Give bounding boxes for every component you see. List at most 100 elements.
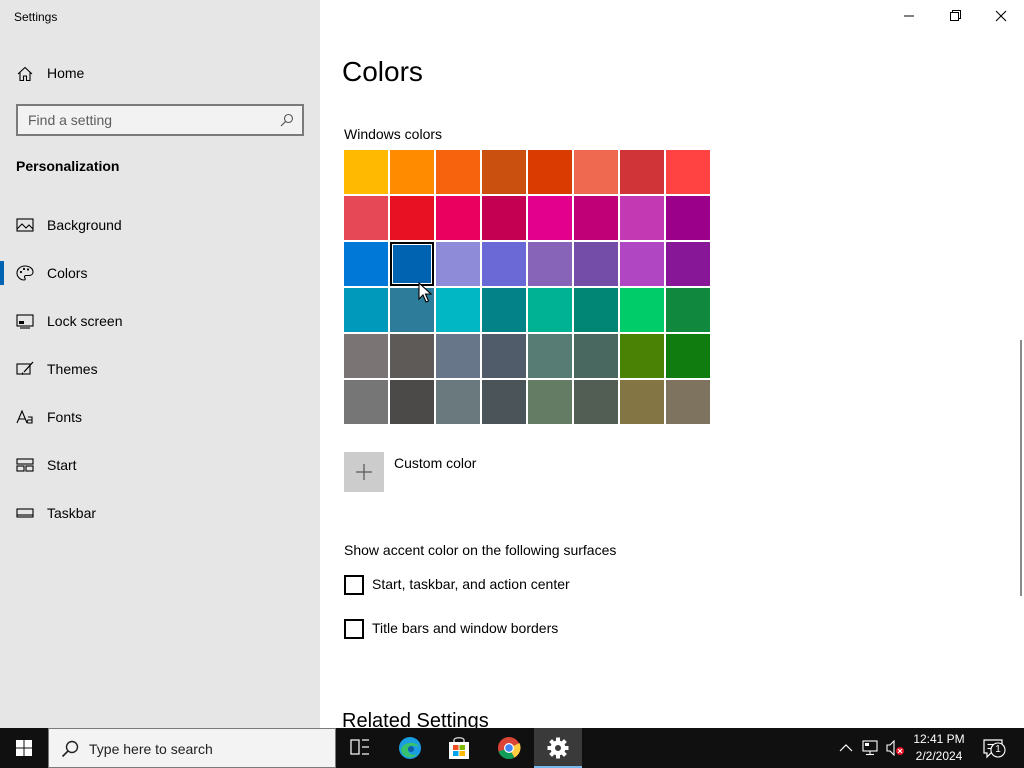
color-swatch[interactable] bbox=[436, 150, 480, 194]
color-swatch[interactable] bbox=[528, 242, 572, 286]
color-swatch[interactable] bbox=[666, 334, 710, 378]
color-swatch[interactable] bbox=[620, 150, 664, 194]
find-setting-input[interactable] bbox=[18, 106, 274, 134]
color-swatch[interactable] bbox=[620, 334, 664, 378]
color-swatch[interactable] bbox=[482, 288, 526, 332]
page-title: Colors bbox=[342, 56, 423, 87]
lock-screen-icon bbox=[16, 314, 34, 329]
color-swatch[interactable] bbox=[482, 196, 526, 240]
color-swatch[interactable] bbox=[344, 380, 388, 424]
sidebar-item-colors[interactable]: Colors bbox=[0, 253, 320, 293]
restore-icon bbox=[950, 10, 961, 21]
start-taskbar-checkbox-row[interactable]: Start, taskbar, and action center bbox=[344, 573, 744, 597]
custom-color-button[interactable] bbox=[344, 452, 384, 492]
settings-sidebar: Settings Home Personalization Background… bbox=[0, 0, 320, 728]
color-swatch[interactable] bbox=[528, 196, 572, 240]
chrome-taskbar-button[interactable] bbox=[485, 728, 533, 768]
title-bars-checkbox[interactable] bbox=[344, 619, 364, 639]
minimize-button[interactable] bbox=[886, 0, 932, 32]
color-swatch[interactable] bbox=[620, 288, 664, 332]
color-swatch[interactable] bbox=[436, 196, 480, 240]
custom-color-label[interactable]: Custom color bbox=[394, 455, 476, 471]
home-nav-item[interactable]: Home bbox=[0, 58, 320, 90]
scrollbar[interactable] bbox=[1020, 340, 1022, 596]
color-swatch[interactable] bbox=[390, 196, 434, 240]
color-swatch[interactable] bbox=[390, 242, 434, 286]
color-swatch[interactable] bbox=[482, 334, 526, 378]
color-swatch[interactable] bbox=[344, 196, 388, 240]
sidebar-item-label: Background bbox=[47, 217, 122, 233]
color-swatch[interactable] bbox=[436, 288, 480, 332]
start-button[interactable] bbox=[0, 728, 48, 768]
color-swatch[interactable] bbox=[574, 380, 618, 424]
color-swatch[interactable] bbox=[574, 242, 618, 286]
action-center-button[interactable]: 1 bbox=[978, 728, 1018, 768]
sidebar-item-background[interactable]: Background bbox=[0, 205, 320, 245]
settings-taskbar-button[interactable] bbox=[534, 728, 582, 768]
color-swatch[interactable] bbox=[666, 196, 710, 240]
color-swatch[interactable] bbox=[574, 334, 618, 378]
close-button[interactable] bbox=[978, 0, 1024, 32]
color-swatch[interactable] bbox=[666, 288, 710, 332]
color-swatch[interactable] bbox=[482, 380, 526, 424]
sidebar-item-lock-screen[interactable]: Lock screen bbox=[0, 301, 320, 341]
color-swatch[interactable] bbox=[528, 380, 572, 424]
color-swatch[interactable] bbox=[666, 150, 710, 194]
color-swatch[interactable] bbox=[528, 150, 572, 194]
color-swatch[interactable] bbox=[574, 196, 618, 240]
palette-icon bbox=[16, 265, 34, 281]
color-swatch[interactable] bbox=[436, 242, 480, 286]
color-swatch[interactable] bbox=[666, 242, 710, 286]
color-swatch[interactable] bbox=[620, 196, 664, 240]
taskbar-clock[interactable]: 12:41 PM 2/2/2024 bbox=[904, 731, 974, 765]
font-icon bbox=[16, 409, 33, 424]
color-swatch[interactable] bbox=[574, 288, 618, 332]
notification-count-badge: 1 bbox=[995, 744, 1001, 755]
start-taskbar-checkbox[interactable] bbox=[344, 575, 364, 595]
store-icon bbox=[449, 737, 469, 759]
start-tiles-icon bbox=[16, 458, 34, 472]
color-swatch[interactable] bbox=[436, 380, 480, 424]
color-swatch[interactable] bbox=[528, 334, 572, 378]
minimize-icon bbox=[904, 15, 914, 17]
color-swatch[interactable] bbox=[390, 334, 434, 378]
color-swatch[interactable] bbox=[482, 150, 526, 194]
store-taskbar-button[interactable] bbox=[435, 728, 483, 768]
restore-button[interactable] bbox=[932, 0, 978, 32]
related-settings-heading: Related Settings bbox=[342, 710, 489, 728]
gear-icon bbox=[547, 737, 569, 759]
color-swatch[interactable] bbox=[344, 150, 388, 194]
color-swatch[interactable] bbox=[620, 242, 664, 286]
task-view-button[interactable] bbox=[336, 728, 384, 768]
task-view-icon bbox=[350, 739, 369, 755]
color-swatch[interactable] bbox=[436, 334, 480, 378]
color-swatch[interactable] bbox=[528, 288, 572, 332]
edge-taskbar-button[interactable] bbox=[386, 728, 434, 768]
chevron-up-icon[interactable] bbox=[838, 740, 854, 756]
section-title: Personalization bbox=[16, 158, 120, 174]
taskbar-search-box[interactable]: Type here to search bbox=[48, 728, 336, 768]
taskbar: Type here to search 12:41 PM 2/2/2024 1 bbox=[0, 728, 1024, 768]
color-swatch[interactable] bbox=[482, 242, 526, 286]
sidebar-item-themes[interactable]: Themes bbox=[0, 349, 320, 389]
sidebar-item-start[interactable]: Start bbox=[0, 445, 320, 485]
color-swatch[interactable] bbox=[344, 334, 388, 378]
sidebar-item-taskbar[interactable]: Taskbar bbox=[0, 493, 320, 533]
color-swatch[interactable] bbox=[666, 380, 710, 424]
volume-muted-icon[interactable] bbox=[886, 740, 906, 756]
sidebar-item-label: Start bbox=[47, 457, 77, 473]
color-swatch[interactable] bbox=[390, 150, 434, 194]
color-swatch[interactable] bbox=[390, 380, 434, 424]
color-swatch[interactable] bbox=[620, 380, 664, 424]
network-icon[interactable] bbox=[862, 740, 880, 756]
windows-logo-icon bbox=[16, 740, 32, 756]
color-swatch[interactable] bbox=[344, 288, 388, 332]
color-swatch[interactable] bbox=[344, 242, 388, 286]
title-bars-checkbox-row[interactable]: Title bars and window borders bbox=[344, 617, 744, 641]
close-icon bbox=[995, 10, 1007, 22]
home-icon bbox=[17, 66, 33, 82]
sidebar-item-fonts[interactable]: Fonts bbox=[0, 397, 320, 437]
colors-page: Colors Windows colors Custom color Show … bbox=[320, 0, 1024, 728]
search-icon[interactable] bbox=[280, 113, 294, 127]
color-swatch[interactable] bbox=[574, 150, 618, 194]
